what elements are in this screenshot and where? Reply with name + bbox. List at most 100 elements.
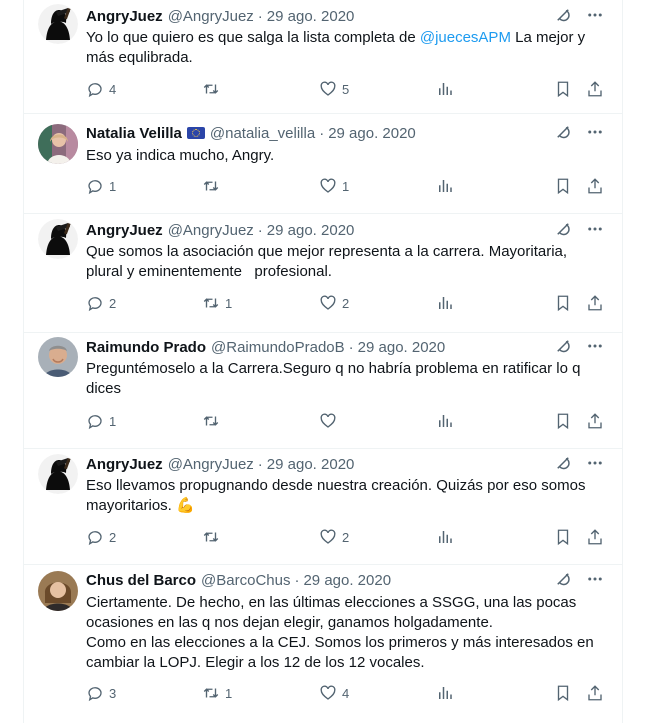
tweet[interactable]: AngryJuez @AngryJuez · 29 ago. 2020 Que … (24, 214, 622, 332)
tweet-actions: 3 1 4 (86, 684, 614, 706)
display-name[interactable]: Chus del Barco (86, 572, 196, 589)
retweet-button[interactable] (202, 177, 225, 195)
tweet-actions: 1 1 (86, 177, 614, 199)
views-button[interactable] (436, 177, 454, 195)
tweet-date[interactable]: 29 ago. 2020 (328, 125, 416, 142)
reply-count: 4 (109, 81, 117, 97)
bookmark-button[interactable] (554, 684, 572, 702)
reply-button[interactable]: 1 (86, 177, 116, 195)
tweet[interactable]: AngryJuez @AngryJuez · 29 ago. 2020 Yo l… (24, 0, 622, 113)
grok-icon[interactable] (554, 6, 572, 24)
bookmark-button[interactable] (554, 294, 572, 312)
tweet-header-actions (554, 220, 604, 238)
retweet-button[interactable] (202, 412, 225, 430)
avatar[interactable] (38, 124, 78, 164)
tweet-header: AngryJuez @AngryJuez · 29 ago. 2020 (86, 454, 354, 474)
reply-icon (88, 531, 102, 546)
views-button[interactable] (436, 528, 454, 546)
user-handle[interactable]: @BarcoChus (201, 572, 290, 589)
share-button[interactable] (586, 684, 604, 702)
more-icon[interactable] (586, 123, 604, 141)
like-button[interactable]: 1 (319, 177, 349, 195)
grok-icon[interactable] (554, 123, 572, 141)
display-name[interactable]: AngryJuez (86, 222, 163, 239)
avatar[interactable] (38, 4, 78, 44)
tweet[interactable]: AngryJuez @AngryJuez · 29 ago. 2020 Eso … (24, 449, 622, 564)
separator-dot: · (257, 455, 263, 473)
tweet-date[interactable]: 29 ago. 2020 (267, 222, 355, 239)
views-button[interactable] (436, 412, 454, 430)
bookmark-icon (557, 685, 569, 702)
share-button[interactable] (586, 80, 604, 98)
share-button[interactable] (586, 412, 604, 430)
avatar[interactable] (38, 337, 78, 377)
more-icon[interactable] (586, 220, 604, 238)
avatar[interactable] (38, 571, 78, 611)
tweet-date[interactable]: 29 ago. 2020 (267, 8, 355, 25)
tweet[interactable]: Raimundo Prado @RaimundoPradoB · 29 ago.… (24, 333, 622, 448)
tweet-date[interactable]: 29 ago. 2020 (303, 572, 391, 589)
tweet-date[interactable]: 29 ago. 2020 (267, 456, 355, 473)
bookmark-button[interactable] (554, 528, 572, 546)
like-button[interactable]: 5 (319, 80, 349, 98)
tweet[interactable]: Chus del Barco @BarcoChus · 29 ago. 2020… (24, 565, 622, 723)
retweet-icon (203, 84, 219, 94)
reply-button[interactable]: 3 (86, 684, 116, 702)
display-name[interactable]: AngryJuez (86, 456, 163, 473)
retweet-icon (203, 688, 219, 698)
like-count: 5 (342, 81, 350, 97)
reply-button[interactable]: 2 (86, 294, 116, 312)
retweet-button[interactable] (202, 80, 225, 98)
bookmark-button[interactable] (554, 177, 572, 195)
tweet[interactable]: Natalia Velilla @natalia_velilla · 29 ag… (24, 114, 622, 213)
like-button[interactable] (319, 412, 342, 430)
user-handle[interactable]: @natalia_velilla (210, 125, 315, 142)
views-button[interactable] (436, 294, 454, 312)
reply-button[interactable]: 1 (86, 412, 116, 430)
views-button[interactable] (436, 80, 454, 98)
more-icon[interactable] (586, 337, 604, 355)
tweet-text: Yo lo que quiero es que salga la lista c… (86, 28, 606, 68)
grok-icon[interactable] (554, 570, 572, 588)
tweet-actions: 1 (86, 412, 614, 434)
reply-button[interactable]: 2 (86, 528, 116, 546)
user-handle[interactable]: @AngryJuez (168, 8, 254, 25)
tweet-date[interactable]: 29 ago. 2020 (358, 339, 446, 356)
avatar[interactable] (38, 219, 78, 259)
reply-count: 2 (109, 295, 117, 311)
reply-count: 2 (109, 529, 117, 545)
heart-icon (320, 685, 336, 700)
views-button[interactable] (436, 684, 454, 702)
heart-icon (320, 178, 336, 193)
grok-icon[interactable] (554, 220, 572, 238)
more-icon[interactable] (586, 6, 604, 24)
like-button[interactable]: 2 (319, 294, 349, 312)
reply-icon (88, 415, 102, 430)
like-button[interactable]: 4 (319, 684, 349, 702)
more-icon[interactable] (586, 454, 604, 472)
grok-icon[interactable] (554, 337, 572, 355)
user-handle[interactable]: @AngryJuez (168, 222, 254, 239)
bookmark-icon (557, 81, 569, 98)
share-button[interactable] (586, 294, 604, 312)
bookmark-button[interactable] (554, 412, 572, 430)
bookmark-icon (557, 178, 569, 195)
like-button[interactable]: 2 (319, 528, 349, 546)
reply-button[interactable]: 4 (86, 80, 116, 98)
retweet-button[interactable]: 1 (202, 684, 232, 702)
retweet-button[interactable]: 1 (202, 294, 232, 312)
display-name[interactable]: AngryJuez (86, 8, 163, 25)
tweet-header: AngryJuez @AngryJuez · 29 ago. 2020 (86, 6, 354, 26)
more-icon[interactable] (586, 570, 604, 588)
user-handle[interactable]: @RaimundoPradoB (211, 339, 345, 356)
grok-icon[interactable] (554, 454, 572, 472)
retweet-button[interactable] (202, 528, 225, 546)
avatar[interactable] (38, 454, 78, 494)
mention-link[interactable]: @juecesAPM (420, 29, 511, 46)
display-name[interactable]: Raimundo Prado (86, 339, 206, 356)
share-button[interactable] (586, 528, 604, 546)
display-name[interactable]: Natalia Velilla (86, 125, 182, 142)
bookmark-button[interactable] (554, 80, 572, 98)
user-handle[interactable]: @AngryJuez (168, 456, 254, 473)
share-button[interactable] (586, 177, 604, 195)
